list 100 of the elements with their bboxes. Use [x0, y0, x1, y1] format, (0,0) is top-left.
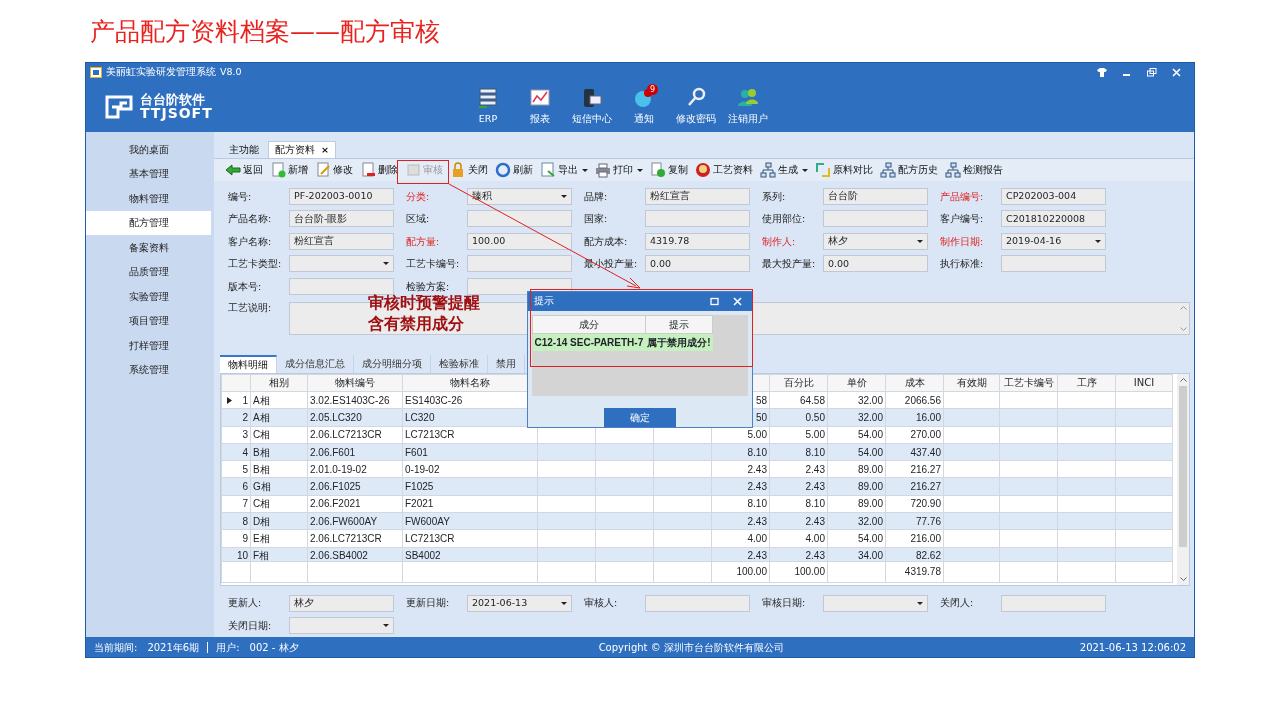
table-cell: F601	[405, 446, 428, 458]
table-cell: 2.01.0-19-02	[310, 463, 367, 475]
field-label: 制作日期:	[940, 234, 985, 249]
dialog-title: 提示	[534, 294, 554, 309]
field-label: 使用部位:	[762, 212, 807, 226]
row-number: 2	[242, 411, 248, 423]
field-label: 国家:	[584, 212, 609, 226]
table-cell: 89.00	[857, 463, 883, 475]
table-cell: 2.06.SB4002	[310, 550, 368, 561]
table-cell: 50	[755, 411, 767, 423]
field-label: 工艺卡类型:	[228, 257, 283, 271]
notification-badge: 9	[647, 83, 658, 95]
table-cell: 54.00	[857, 533, 883, 544]
field-label: 区域:	[406, 212, 431, 226]
table-cell: 720.90	[910, 498, 941, 510]
field-label: 最大投产量:	[762, 257, 817, 271]
table-cell: F1025	[405, 481, 434, 493]
table-cell: 32.00	[857, 394, 883, 406]
table-cell: 3.02.ES1403C-26	[310, 394, 390, 406]
table-cell: SB4002	[405, 550, 441, 561]
status-text: 2021年6期	[147, 640, 200, 655]
logo-text: TTJSOFT	[140, 106, 213, 120]
status-text: 用户:	[216, 640, 240, 655]
table-cell: 54.00	[857, 429, 883, 441]
table-cell: LC7213CR	[405, 533, 455, 544]
status-text: 当前期间:	[94, 640, 138, 655]
field-label: 产品名称:	[228, 212, 273, 226]
table-cell: 8.10	[747, 446, 767, 458]
row-number: 1	[242, 394, 248, 406]
field-label: 版本号:	[228, 279, 263, 294]
table-cell: 2.06.F2021	[310, 498, 361, 510]
table-cell: ES1403C-26	[405, 394, 463, 406]
table-cell: 8.10	[805, 498, 825, 510]
table-cell: 0-19-02	[405, 463, 440, 475]
field-label: 产品编号:	[940, 189, 985, 204]
column-header: INCI	[1115, 374, 1173, 392]
column-header: 百分比	[769, 374, 828, 392]
status-text: Copyright © 深圳市台台阶软件有限公司	[598, 640, 784, 655]
row-number: 8	[242, 515, 248, 527]
table-cell: B相	[253, 446, 270, 458]
table-cell: 82.62	[915, 550, 941, 561]
table-cell: 2.05.LC320	[310, 411, 362, 423]
table-cell: 2.43	[747, 515, 767, 527]
table-cell: 2.43	[805, 515, 825, 527]
table-cell: 216.00	[910, 533, 941, 544]
table-cell: 89.00	[857, 481, 883, 493]
annotation-text: 审核时预警提醒	[368, 292, 480, 313]
field-label: 更新日期:	[406, 596, 451, 611]
table-cell: 64.58	[799, 394, 825, 406]
table-cell: E相	[253, 533, 270, 544]
table-cell: D相	[253, 515, 271, 527]
field-label: 审核日期:	[762, 596, 807, 611]
row-number: 7	[242, 498, 248, 510]
table-cell: 2.43	[805, 550, 825, 561]
column-header: 工艺卡编号	[999, 374, 1058, 392]
slide-title: 产品配方资料档案——配方审核	[89, 16, 441, 48]
field-label: 制作人:	[762, 234, 797, 249]
table-cell: A相	[253, 411, 270, 423]
column-header: 成分	[532, 315, 646, 334]
table-cell: LC7213CR	[405, 429, 455, 441]
table-cell: 32.00	[857, 411, 883, 423]
row-number: 3	[242, 429, 248, 441]
table-cell: 2.43	[747, 463, 767, 475]
column-header: 相别	[250, 374, 308, 392]
table-cell: A相	[253, 394, 270, 406]
logo-text: 台台阶软件	[140, 93, 206, 106]
table-cell: C相	[253, 429, 271, 441]
table-cell: FW600AY	[405, 515, 450, 527]
total-cell: 100.00	[736, 566, 767, 578]
table-cell: 4.00	[747, 533, 767, 544]
field-label: 关闭人:	[940, 596, 975, 611]
table-cell: 2.43	[805, 463, 825, 475]
table-cell: 5.00	[805, 429, 825, 441]
table-cell: 4.00	[805, 533, 825, 544]
row-number: 6	[242, 481, 248, 493]
total-cell: 100.00	[794, 566, 825, 578]
table-cell: C相	[253, 498, 271, 510]
field-label: 执行标准:	[940, 257, 985, 271]
field-label: 关闭日期:	[228, 618, 273, 633]
status-text: 2021-06-13 12:06:02	[1079, 640, 1186, 655]
column-header: 单价	[827, 374, 886, 392]
field-label: 品牌:	[584, 189, 609, 204]
field-label: 客户名称:	[228, 234, 273, 249]
field-label: 更新人:	[228, 596, 263, 611]
table-cell: 2.06.LC7213CR	[310, 533, 382, 544]
column-header: 成本	[885, 374, 944, 392]
annotation-text: 含有禁用成分	[368, 313, 465, 334]
table-cell: 216.27	[910, 463, 941, 475]
row-number: 10	[236, 550, 248, 561]
version-label: V8.0	[220, 64, 242, 79]
table-cell: G相	[253, 481, 271, 493]
table-cell: LC320	[405, 411, 435, 423]
table-cell: 2.43	[747, 481, 767, 493]
table-cell: 58	[755, 394, 767, 406]
total-cell: 4319.78	[904, 566, 941, 578]
field-label: 编号:	[228, 189, 253, 204]
field-label: 工艺说明:	[228, 300, 273, 315]
table-cell: 270.00	[910, 429, 941, 441]
column-header: 有效期	[943, 374, 1000, 392]
row-number: 5	[242, 463, 248, 475]
